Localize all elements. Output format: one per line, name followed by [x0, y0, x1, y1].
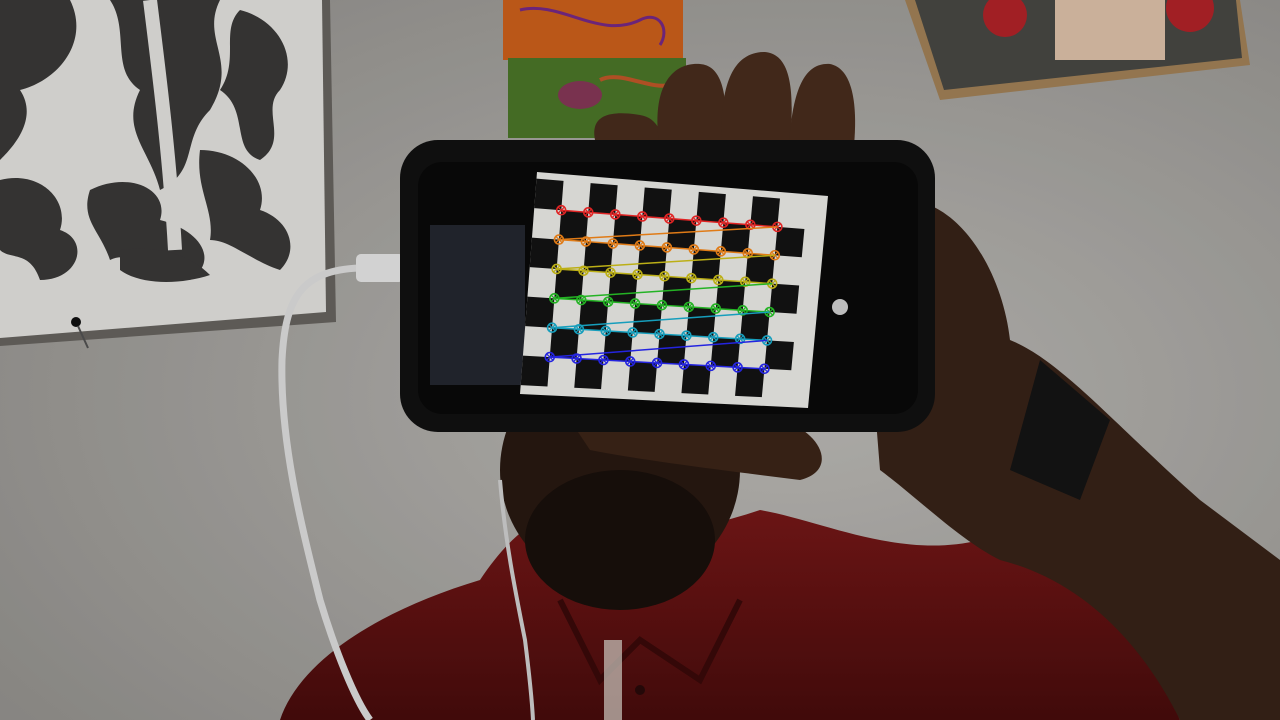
- photo-scene: [0, 0, 1280, 720]
